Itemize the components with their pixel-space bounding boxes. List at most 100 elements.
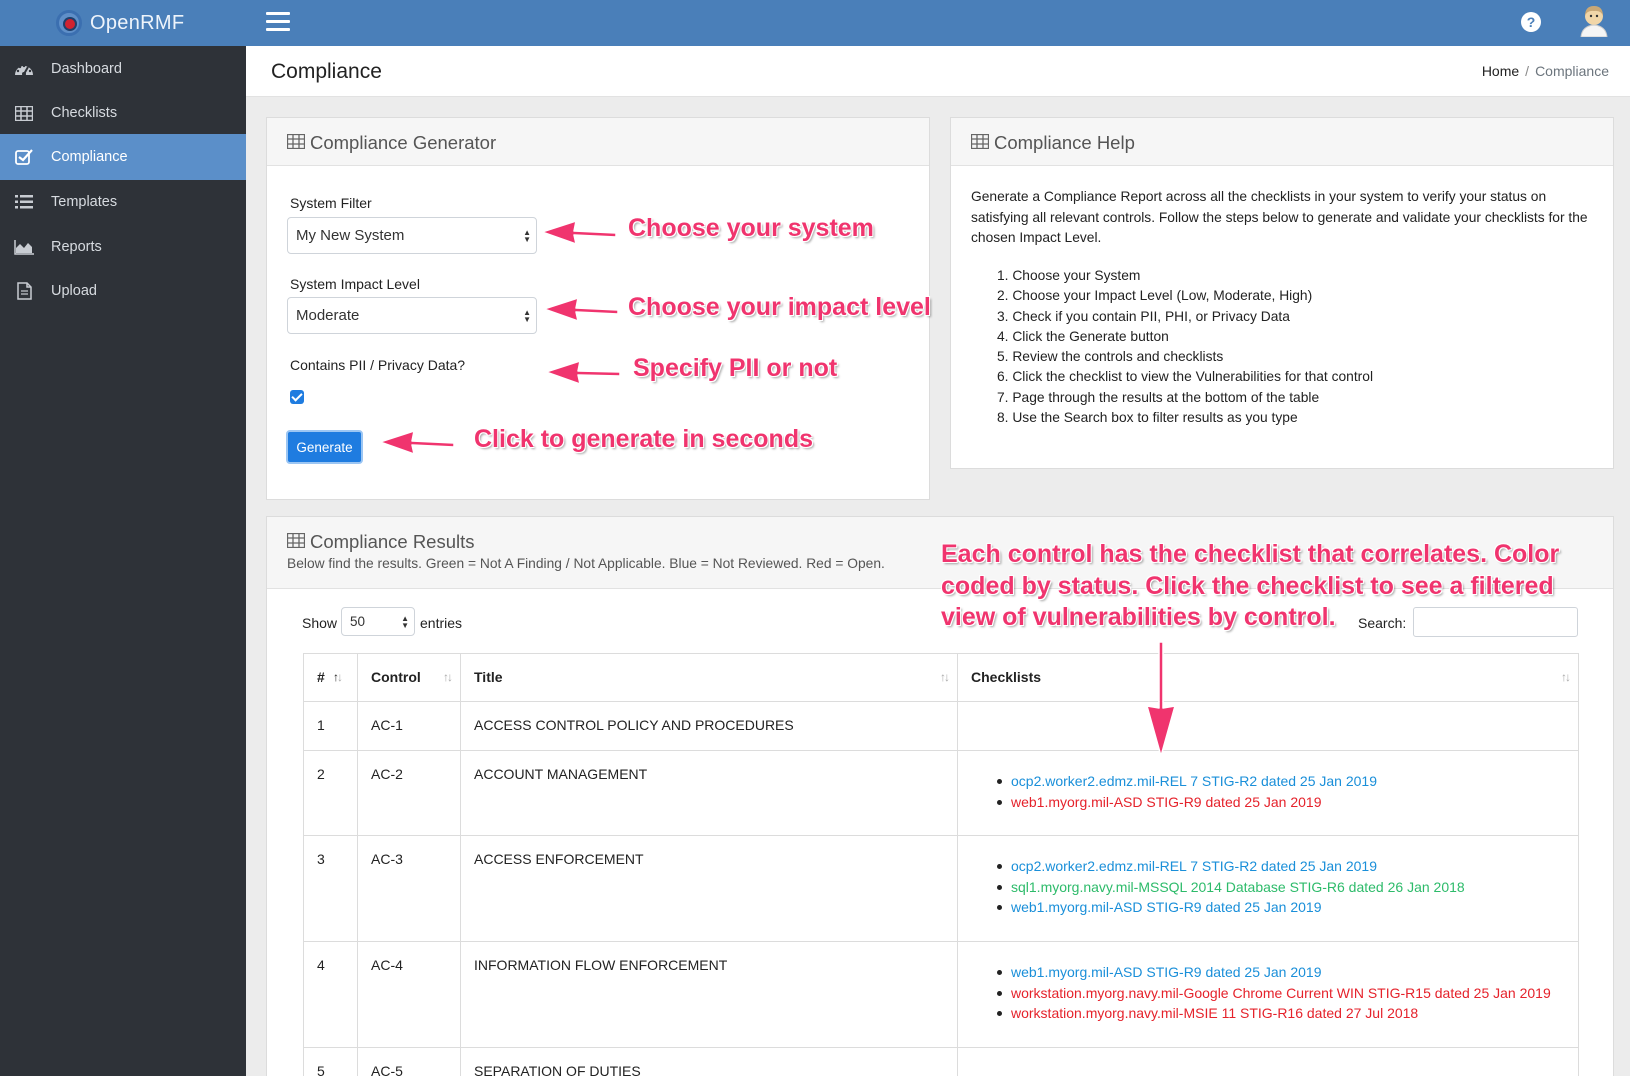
area-chart-icon <box>13 238 35 256</box>
annotation-specify-pii: Specify PII or not <box>633 354 838 382</box>
help-step: 2. Choose your Impact Level (Low, Modera… <box>997 288 1313 304</box>
page-title: Compliance <box>271 60 382 83</box>
select-arrows-icon: ▲ ▼ <box>401 613 409 630</box>
entries-value: 50 <box>350 614 366 629</box>
sidebar-item-upload[interactable]: Upload <box>0 268 246 314</box>
cell-title: ACCOUNT MANAGEMENT <box>460 750 958 836</box>
top-navbar: OpenRMF ? <box>0 0 1630 46</box>
question-circle-icon[interactable]: ? <box>1521 12 1541 32</box>
sidebar-item-label: Dashboard <box>51 61 122 77</box>
entries-select[interactable]: 50 ▲ ▼ <box>341 607 415 636</box>
checklist-link[interactable]: ocp2.worker2.edmz.mil-REL 7 STIG-R2 date… <box>971 856 1565 877</box>
help-step: 6. Click the checklist to view the Vulne… <box>997 369 1374 385</box>
sidebar-item-dashboard[interactable]: Dashboard <box>0 46 246 92</box>
cell-control: AC-1 <box>357 701 461 751</box>
entries-label: entries <box>420 615 463 631</box>
checkbox-icon <box>13 148 35 166</box>
table-row: 1 AC-1 ACCESS CONTROL POLICY AND PROCEDU… <box>303 701 1579 751</box>
annotation-arrow-icon <box>1146 641 1176 757</box>
checklist-link[interactable]: web1.myorg.mil-ASD STIG-R9 dated 25 Jan … <box>971 897 1565 918</box>
select-arrows-icon: ▲ ▼ <box>523 307 531 324</box>
card-title: Compliance Generator <box>286 132 496 154</box>
cell-checklists <box>957 701 1579 751</box>
system-filter-select[interactable]: My New System ▲ ▼ <box>287 217 537 254</box>
help-steps: 1. Choose your System 2. Choose your Imp… <box>997 266 1373 428</box>
brand[interactable]: OpenRMF <box>54 6 184 40</box>
cell-number: 3 <box>303 835 358 942</box>
card-title: Compliance Results <box>286 531 475 553</box>
table-row: 5 AC-5 SEPARATION OF DUTIES <box>303 1047 1579 1076</box>
sort-icon: ↑↓ <box>1561 670 1571 684</box>
cell-checklists <box>957 1047 1579 1076</box>
annotation-arrow-icon <box>541 220 617 245</box>
breadcrumb-separator: / <box>1525 63 1530 79</box>
sidebar-item-label: Reports <box>51 239 102 255</box>
sidebar-item-label: Checklists <box>51 105 118 121</box>
help-step: 3. Check if you contain PII, PHI, or Pri… <box>997 308 1290 324</box>
sidebar-item-label: Upload <box>51 283 97 299</box>
checklist-link[interactable]: web1.myorg.mil-ASD STIG-R9 dated 25 Jan … <box>971 792 1565 813</box>
sidebar-item-compliance[interactable]: Compliance <box>0 134 246 180</box>
sidebar-item-label: Compliance <box>51 149 128 165</box>
checklist-link[interactable]: sql1.myorg.navy.mil-MSSQL 2014 Database … <box>971 877 1565 898</box>
card-title-text: Compliance Results <box>310 531 475 552</box>
compliance-help-card: Compliance Help Generate a Compliance Re… <box>950 117 1614 469</box>
column-header-title[interactable]: Title ↑↓ <box>460 653 958 702</box>
checklist-link[interactable]: web1.myorg.mil-ASD STIG-R9 dated 25 Jan … <box>971 962 1565 983</box>
table-icon <box>13 104 35 122</box>
sidebar-item-checklists[interactable]: Checklists <box>0 90 246 136</box>
sidebar-item-reports[interactable]: Reports <box>0 224 246 270</box>
column-header-number[interactable]: # ↑↓ <box>303 653 358 702</box>
annotation-click-generate: Click to generate in seconds <box>474 425 813 453</box>
select-arrows-icon: ▲ ▼ <box>523 227 531 244</box>
checklist-link[interactable]: ocp2.worker2.edmz.mil-REL 7 STIG-R2 date… <box>971 771 1565 792</box>
column-label: Title <box>474 669 503 685</box>
help-intro: Generate a Compliance Report across all … <box>971 189 1588 245</box>
checklist-link[interactable]: workstation.myorg.navy.mil-MSIE 11 STIG-… <box>971 1003 1565 1024</box>
checklist-list: ocp2.worker2.edmz.mil-REL 7 STIG-R2 date… <box>971 771 1565 812</box>
help-step: 4. Click the Generate button <box>997 328 1169 344</box>
checklist-list: ocp2.worker2.edmz.mil-REL 7 STIG-R2 date… <box>971 856 1565 918</box>
dashboard-icon <box>13 60 35 78</box>
annotation-line: coded by status. Click the checklist to … <box>941 571 1554 600</box>
card-header: Compliance Help <box>951 118 1613 166</box>
column-header-checklists[interactable]: Checklists ↑↓ <box>957 653 1579 702</box>
checklist-link[interactable]: workstation.myorg.navy.mil-Google Chrome… <box>971 983 1565 1004</box>
annotation-arrow-icon <box>545 360 621 385</box>
generate-button[interactable]: Generate <box>286 430 363 464</box>
avatar[interactable] <box>1579 5 1609 38</box>
pii-label: Contains PII / Privacy Data? <box>290 357 466 373</box>
cell-control: AC-3 <box>357 835 461 942</box>
cell-checklists: web1.myorg.mil-ASD STIG-R9 dated 25 Jan … <box>957 941 1579 1048</box>
cell-title: ACCESS ENFORCEMENT <box>460 835 958 942</box>
cell-number: 4 <box>303 941 358 1048</box>
list-icon <box>13 193 35 211</box>
annotation-line: view of vulnerabilities by control. <box>941 603 1336 631</box>
help-step: 8. Use the Search box to filter results … <box>997 410 1298 426</box>
sidebar-item-templates[interactable]: Templates <box>0 179 246 225</box>
sidebar-item-label: Templates <box>51 194 118 210</box>
page-header: Compliance Home / Compliance <box>246 46 1630 97</box>
breadcrumb: Home / Compliance <box>1482 63 1609 79</box>
table-header-row: # ↑↓ Control ↑↓ Title ↑↓ Checklists ↑↓ <box>303 653 1579 702</box>
annotation-results-note: Each control has the checklist that corr… <box>941 539 1559 634</box>
cell-control: AC-4 <box>357 941 461 1048</box>
cell-number: 5 <box>303 1047 358 1076</box>
impact-level-select[interactable]: Moderate ▲ ▼ <box>287 297 537 334</box>
breadcrumb-home[interactable]: Home <box>1482 63 1519 79</box>
cell-control: AC-5 <box>357 1047 461 1076</box>
breadcrumb-current: Compliance <box>1535 63 1609 79</box>
hamburger-menu-icon[interactable] <box>266 12 290 32</box>
sort-icon: ↑↓ <box>443 670 453 684</box>
column-label: # <box>317 669 325 685</box>
cell-number: 1 <box>303 701 358 751</box>
annotation-line: Each control has the checklist that corr… <box>941 540 1560 568</box>
cell-checklists: ocp2.worker2.edmz.mil-REL 7 STIG-R2 date… <box>957 835 1579 942</box>
card-title-text: Compliance Help <box>994 132 1135 153</box>
annotation-choose-impact: Choose your impact level <box>628 293 931 321</box>
cell-title: ACCESS CONTROL POLICY AND PROCEDURES <box>460 701 958 751</box>
sidebar: Dashboard Checklists Compliance Template… <box>0 46 246 1076</box>
brand-name: OpenRMF <box>90 11 185 34</box>
column-header-control[interactable]: Control ↑↓ <box>357 653 461 702</box>
pii-checkbox[interactable] <box>290 390 304 404</box>
